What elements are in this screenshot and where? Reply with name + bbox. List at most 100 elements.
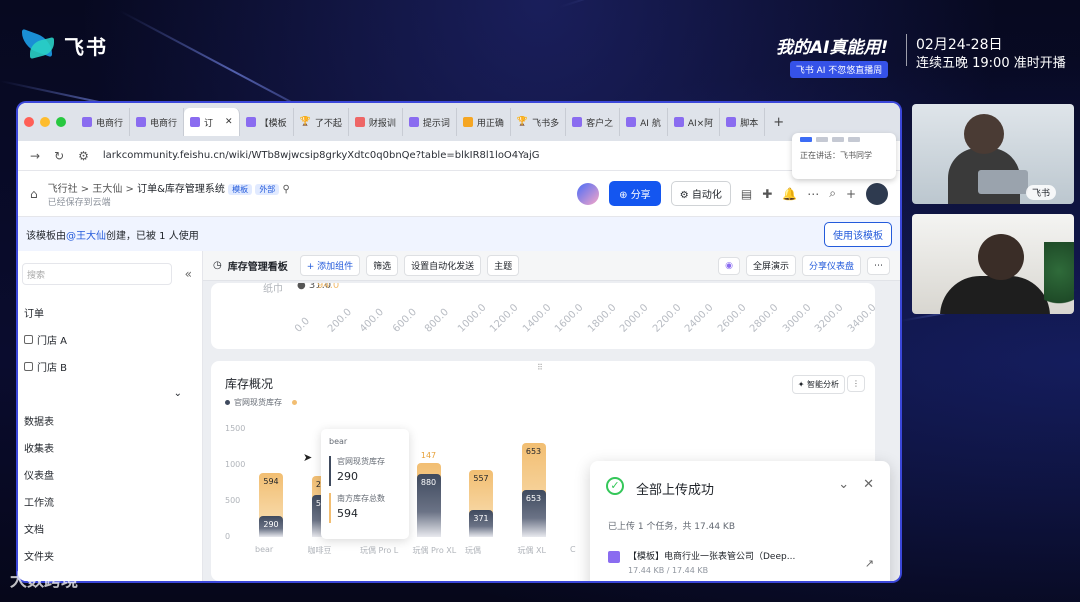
more-icon[interactable]: ⋯ [867,256,890,275]
browser-tab[interactable]: 用正确 [457,108,511,136]
fullscreen-button[interactable]: 全屏演示 [745,255,796,276]
uploaded-file[interactable]: 【模板】电商行业一张表管公司（Deep... 17.44 KB / 17.44 … [608,549,795,575]
sidebar: 搜索 « 订单 门店 A 门店 B ⌄ 数据表 收集表 仪表盘 工作流 文档 文… [18,251,203,581]
template-notice: 该模板由 @王大仙 创建，已被 1 人使用 使用该模板 [18,217,900,251]
file-size: 17.44 KB / 17.44 KB [628,566,709,575]
browser-tab[interactable]: AI 航 [620,108,668,136]
x-category-label: 咖啡豆 [307,546,332,555]
browser-tab[interactable]: 🏆 了不起 [294,108,349,136]
layout-switcher[interactable] [800,137,888,142]
forward-icon[interactable]: → [30,149,40,163]
automation-button[interactable]: ⚙ 自动化 [670,181,731,206]
minimize-window-button[interactable] [40,117,50,127]
filter-button[interactable]: 筛选 [366,255,399,276]
open-external-icon[interactable]: ↗ [865,557,874,570]
browser-tab[interactable]: 🏆 飞书多 [511,108,567,136]
y-tick-label: 1000 [225,460,246,469]
share-button[interactable]: ⊕ 分享 [609,181,661,206]
author-link[interactable]: @王大仙 [66,227,106,242]
add-icon[interactable]: + [846,187,856,201]
plugin-icon[interactable]: ✚ [762,187,772,201]
browser-tab[interactable]: 提示词 [403,108,457,136]
tooltip-title: bear [329,437,348,446]
drag-handle-icon[interactable]: ⠿ [537,363,543,372]
breadcrumb-item[interactable]: 飞行社 [48,184,78,195]
reload-icon[interactable]: ↻ [54,149,64,163]
x-tick-label: 3200.0 [813,302,846,335]
feishu-logo-icon [22,28,56,60]
document-title: 订单&库存管理系统 [137,183,225,195]
chart-legend: 官网现货库存 [225,397,297,408]
ai-icon[interactable]: ◉ [718,256,740,275]
user-avatar[interactable] [866,182,888,205]
x-tick-label: 3400.0 [845,302,876,335]
sidebar-search-input[interactable]: 搜索 [22,263,172,285]
browser-tab[interactable]: 财报训 [349,108,403,136]
browser-tab[interactable]: 客户之 [566,108,621,136]
pin-icon[interactable]: ⚲ [283,184,290,195]
sidebar-item-form[interactable]: 收集表 [22,434,202,461]
tab-favicon-icon [673,117,684,127]
x-tick-label: 800.0 [423,306,452,335]
close-icon[interactable]: ✕ [863,477,874,492]
promo-time: 连续五晚 19:00 准时开播 [916,56,1066,71]
breadcrumb-item[interactable]: 王大仙 [92,184,122,195]
smart-analysis-button[interactable]: ✦ 智能分析 [791,375,845,394]
add-widget-button[interactable]: + 添加组件 [299,255,361,276]
x-category-label: 玩偶 Pro L [360,546,399,555]
table-icon [24,362,33,371]
maximize-window-button[interactable] [56,117,66,127]
history-icon[interactable]: ▤ [741,187,752,201]
x-tick-label: 2000.0 [618,302,651,335]
chevron-down-icon[interactable]: ⌄ [174,388,182,399]
file-icon [608,551,620,563]
sidebar-section-new[interactable]: ⌄ [22,380,202,407]
sidebar-item-doc[interactable]: 文档 [22,515,202,542]
browser-tab[interactable]: AI×阿 [668,108,721,136]
new-tab-button[interactable]: + [773,115,784,130]
webcam-tag: 飞书 [1025,185,1056,200]
share-dashboard-button[interactable]: 分享仪表盘 [801,255,861,276]
x-category-label: 玩偶 XL [517,546,546,555]
template-tag: 模板 [228,183,253,195]
browser-tab[interactable]: 电商行 [76,108,131,136]
sidebar-item-dashboard[interactable]: 仪表盘 [22,461,202,488]
close-window-button[interactable] [24,117,34,127]
sidebar-item-store-a[interactable]: 门店 A [22,326,202,353]
tab-favicon-icon [190,117,201,127]
avatar[interactable] [577,182,600,205]
sidebar-item-orders[interactable]: 订单 [22,299,202,326]
home-icon[interactable]: ⌂ [30,187,38,201]
tab-bar: 电商行 电商行 订 ✕ 【模板 🏆 了不起 财报训 提示词 用正确 🏆 飞书多 客户之… [18,103,900,141]
auto-send-button[interactable]: 设置自动化发送 [404,255,482,276]
sidebar-item-store-b[interactable]: 门店 B [22,353,202,380]
x-category-label: 玩偶 [465,546,481,555]
browser-tab-active[interactable]: 订 ✕ [184,108,240,136]
dashboard-title: 库存管理看板 [227,262,288,273]
tab-favicon-icon [136,117,147,127]
site-settings-icon[interactable]: ⚙ [78,149,89,163]
x-tick-label: 0.0 [293,315,313,335]
sidebar-item-folder[interactable]: 文件夹 [22,542,202,569]
use-template-button[interactable]: 使用该模板 [824,221,892,247]
browser-tab[interactable]: 【模板 [240,108,294,136]
sidebar-item-workflow[interactable]: 工作流 [22,488,202,515]
more-icon[interactable]: ⋯ [807,187,819,201]
brand-logo: 飞书 [22,28,108,60]
bell-icon[interactable]: 🔔 [782,187,797,201]
more-icon[interactable]: ⋮ [847,375,865,392]
speaker-label: 正在讲话：飞书同学 [800,151,872,160]
url-field[interactable]: larkcommunity.feishu.cn/wiki/WTb8wjwcsip… [103,150,863,161]
chevron-down-icon[interactable]: ⌄ [838,477,849,492]
theme-button[interactable]: 主题 [487,255,520,276]
browser-tab[interactable]: 脚本 [720,108,766,136]
external-tag: 外部 [255,183,280,195]
collapse-sidebar-icon[interactable]: « [185,267,192,281]
close-tab-icon[interactable]: ✕ [225,117,233,127]
table-icon [24,335,33,344]
browser-tab[interactable]: 电商行 [130,108,185,136]
sidebar-item-table[interactable]: 数据表 [22,407,202,434]
search-icon[interactable]: ⌕ [829,186,836,201]
plant-icon [1044,242,1074,314]
bar-value-label: 147 [420,451,437,461]
